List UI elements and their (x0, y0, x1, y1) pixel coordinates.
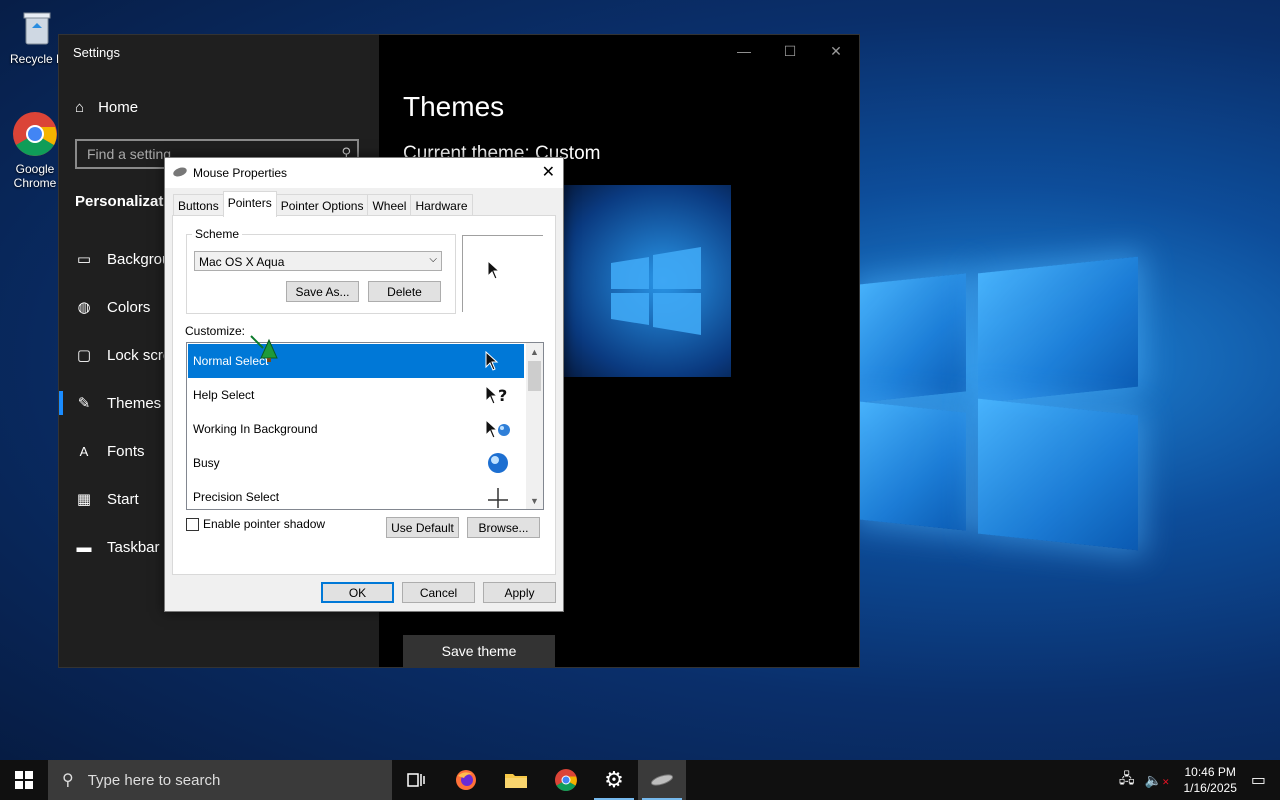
tree-cursor-icon (250, 335, 278, 362)
font-icon: A (79, 443, 89, 459)
close-button[interactable]: ✕ (813, 35, 859, 67)
pointer-list-scrollbar[interactable]: ▲ ▼ (526, 343, 543, 509)
working-pointer-icon (485, 418, 510, 439)
list-item[interactable]: Working In Background (188, 412, 524, 446)
list-item[interactable]: Normal Select (188, 344, 524, 378)
file-explorer-taskbar-button[interactable] (492, 760, 540, 800)
tab-pointer-options[interactable]: Pointer Options (275, 194, 369, 217)
chrome-icon (11, 110, 59, 158)
firefox-taskbar-button[interactable] (442, 760, 490, 800)
dialog-tabs: Buttons Pointers Pointer Options Wheel H… (173, 191, 473, 217)
settings-gear-icon: ⚙ (604, 767, 624, 792)
arrow-pointer-icon (485, 350, 499, 371)
tab-buttons[interactable]: Buttons (173, 194, 224, 217)
palette-icon: ◍ (77, 299, 91, 316)
lock-screen-icon: ▢ (76, 347, 92, 364)
chrome-taskbar-button[interactable] (542, 760, 590, 800)
task-view-button[interactable] (392, 760, 440, 800)
pointer-preview (462, 235, 543, 312)
dialog-title-bar: Mouse Properties ✕ (165, 158, 563, 188)
clock[interactable]: 10:46 PM 1/16/2025 (1183, 764, 1236, 796)
theme-preview (561, 185, 731, 377)
dialog-title: Mouse Properties (193, 166, 288, 180)
recycle-bin-icon (17, 8, 57, 48)
home-link[interactable]: ⌂ Home (75, 99, 138, 116)
customize-label: Customize: (185, 324, 246, 338)
volume-muted-icon[interactable]: 🔈✕ (1145, 772, 1170, 789)
app-title: Settings (73, 45, 120, 60)
scrollbar-thumb[interactable] (528, 361, 541, 391)
browse-button[interactable]: Browse... (467, 517, 540, 538)
scroll-down-icon[interactable]: ▼ (526, 492, 543, 509)
busy-pointer-icon (488, 453, 508, 473)
taskbar-search-input[interactable]: ⚲ Type here to search (48, 760, 392, 800)
minimize-button[interactable]: — (721, 35, 767, 67)
scroll-up-icon[interactable]: ▲ (526, 343, 543, 360)
image-icon: ▭ (76, 251, 92, 268)
delete-button[interactable]: Delete (368, 281, 441, 302)
section-title: Personalizatio (75, 193, 177, 210)
list-item[interactable]: Help Select ? (188, 378, 524, 412)
firefox-icon (456, 770, 476, 790)
list-item[interactable]: Busy (188, 446, 524, 480)
scheme-dropdown[interactable]: Mac OS X Aqua ⌵ (194, 251, 442, 271)
windows-wallpaper-logo (858, 255, 1140, 565)
dialog-close-button[interactable]: ✕ (542, 162, 555, 182)
list-item[interactable]: Precision Select (188, 480, 524, 509)
themes-icon: ✎ (77, 395, 91, 412)
page-title: Themes (403, 91, 505, 122)
maximize-button[interactable]: ☐ (767, 35, 813, 67)
file-explorer-icon (505, 774, 527, 788)
pointer-list[interactable]: Normal Select Help Select ? Working In B… (186, 342, 544, 510)
search-icon: ⚲ (62, 772, 74, 789)
help-pointer-icon: ? (485, 384, 507, 405)
window-controls: — ☐ ✕ (721, 35, 859, 67)
network-icon[interactable]: 🖧 (1119, 768, 1135, 792)
mouse-icon (172, 165, 188, 179)
tab-wheel[interactable]: Wheel (367, 194, 412, 217)
mouse-properties-dialog: Mouse Properties ✕ Buttons Pointers Poin… (164, 157, 564, 612)
taskbar: ⚲ Type here to search ⚙ 🖧 🔈✕ 10:46 PM 1/… (0, 760, 1280, 800)
tab-pointers[interactable]: Pointers (222, 191, 277, 217)
svg-text:?: ? (498, 386, 507, 405)
pointer-shadow-checkbox[interactable]: Enable pointer shadow (186, 517, 325, 531)
home-icon: ⌂ (75, 99, 85, 116)
system-tray: 🖧 🔈✕ 10:46 PM 1/16/2025 ▭ (1119, 760, 1280, 800)
chrome-icon (555, 769, 577, 791)
windows-logo-icon (15, 771, 33, 789)
start-grid-icon: ▦ (76, 491, 92, 508)
start-button[interactable] (0, 760, 48, 800)
tab-hardware[interactable]: Hardware (410, 194, 473, 217)
scheme-group (186, 234, 456, 314)
save-theme-button[interactable]: Save theme (403, 635, 555, 667)
theme-preview-logo (611, 247, 701, 335)
settings-taskbar-button[interactable]: ⚙ (590, 760, 638, 800)
notification-icon[interactable]: ▭ (1251, 770, 1266, 790)
cancel-button[interactable]: Cancel (402, 582, 475, 603)
apply-button[interactable]: Apply (483, 582, 556, 603)
mouse-icon (650, 774, 674, 786)
ok-button[interactable]: OK (321, 582, 394, 603)
use-default-button[interactable]: Use Default (386, 517, 459, 538)
chevron-down-icon: ⌵ (429, 254, 437, 265)
save-as-button[interactable]: Save As... (286, 281, 359, 302)
checkbox-box[interactable] (186, 517, 199, 531)
arrow-pointer-icon (487, 260, 501, 280)
scheme-label: Scheme (192, 227, 243, 241)
taskbar-icon: ▬ (76, 538, 92, 556)
crosshair-pointer-icon (488, 488, 508, 508)
mouse-properties-taskbar-button[interactable] (638, 760, 686, 800)
task-view-icon (407, 773, 425, 787)
